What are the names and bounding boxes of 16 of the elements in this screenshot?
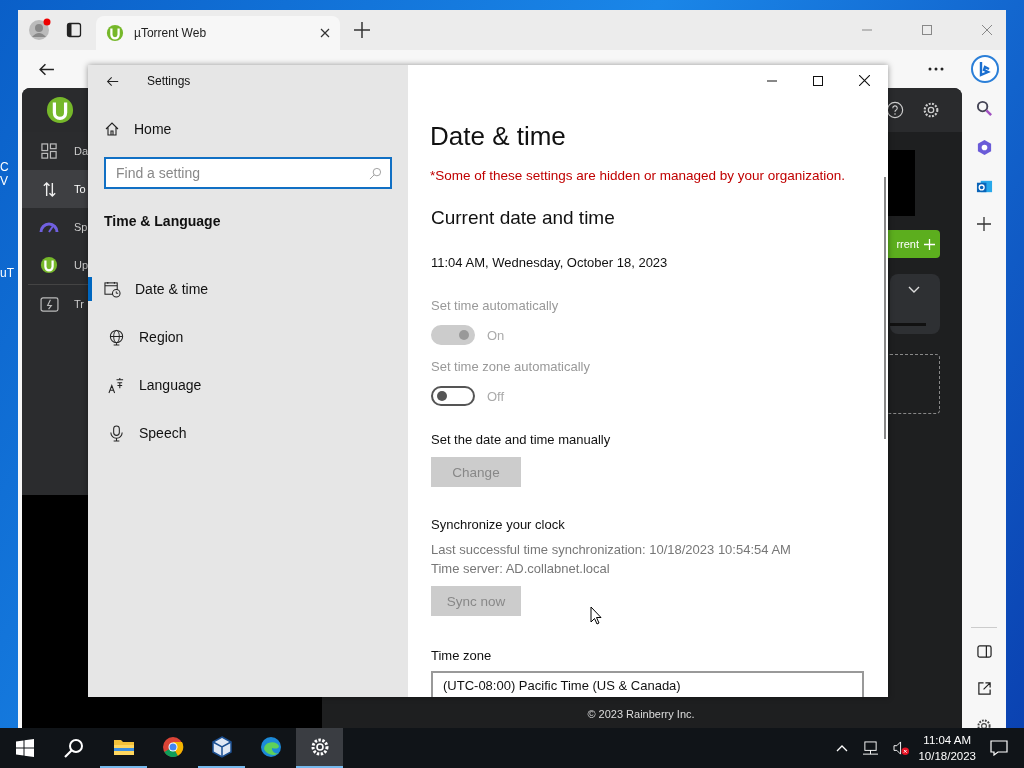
toggle-state: On <box>487 327 505 343</box>
copyright-text: © 2023 Rainberry Inc. <box>587 707 695 722</box>
current-date-time: 11:04 AM, Wednesday, October 18, 2023 <box>431 255 669 270</box>
setting-label: Set time automatically <box>431 298 560 313</box>
window-title: Settings <box>147 74 191 88</box>
toggle-state: Off <box>487 388 505 404</box>
section-heading: Current date and time <box>431 207 616 229</box>
section-label: Synchronize your clock <box>431 517 566 532</box>
setting-label: Set the date and time manually <box>431 432 612 447</box>
page-title: Date & time <box>430 121 567 152</box>
section-heading: Time & Language <box>104 213 222 229</box>
last-sync-text: Last successful time synchronization: 10/18/2023 10:54:54 AM <box>431 542 792 557</box>
time-server-text: Time server: AD.collabnet.local <box>431 561 611 576</box>
managed-notice: *Some of these settings are hidden or managed by your organization. <box>430 168 846 183</box>
setting-label: Time zone <box>431 648 493 663</box>
setting-label: Set time zone automatically <box>431 359 591 374</box>
